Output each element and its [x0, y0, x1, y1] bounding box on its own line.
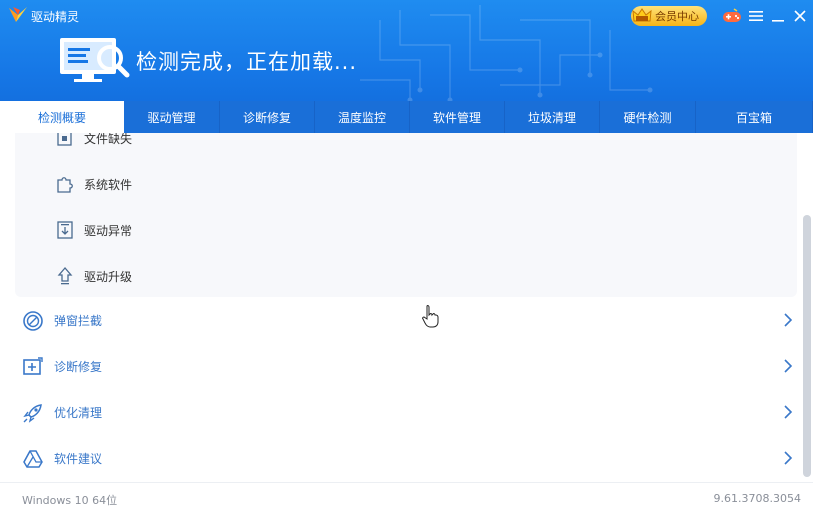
tab-overview[interactable]: 检测概要	[0, 101, 124, 133]
app-title: 驱动精灵	[31, 10, 80, 24]
chevron-right-icon	[784, 405, 793, 419]
main-item-diagnose-repair[interactable]: 诊断修复	[0, 346, 800, 386]
chevron-right-icon	[784, 313, 793, 327]
sub-item-label: 驱动异常	[84, 223, 133, 238]
close-button[interactable]	[790, 6, 810, 26]
main-item-label: 软件建议	[54, 452, 103, 466]
sub-item-label: 文件缺失	[84, 133, 133, 146]
main-item-optimize-clean[interactable]: 优化清理	[0, 392, 800, 432]
sub-item-label: 系统软件	[84, 177, 133, 192]
tab-junk-cleanup[interactable]: 垃圾清理	[505, 101, 600, 133]
rocket-icon	[22, 402, 44, 424]
close-icon	[794, 10, 806, 22]
block-icon	[22, 310, 44, 332]
tab-hardware-detection[interactable]: 硬件检测	[600, 101, 696, 133]
app-logo-icon	[9, 7, 27, 22]
menu-button[interactable]	[746, 6, 766, 26]
main-item-label: 优化清理	[54, 406, 103, 420]
sub-item-system-software[interactable]: 系统软件	[55, 172, 132, 196]
tab-bar: 检测概要 驱动管理 诊断修复 温度监控 软件管理 垃圾清理 硬件检测 百宝箱	[0, 101, 813, 133]
vertical-scrollbar[interactable]	[803, 215, 811, 477]
upgrade-arrow-icon	[55, 266, 75, 286]
game-button[interactable]	[722, 6, 742, 26]
sub-item-panel	[15, 133, 797, 297]
minimize-icon	[772, 20, 784, 22]
sub-item-file-missing[interactable]: 文件缺失	[55, 133, 132, 150]
app-window: 驱动精灵 会员中心 检测完成，正在加载... 检测概要 驱动管理 诊断修复 温度…	[0, 0, 813, 514]
gamepad-icon	[723, 8, 741, 22]
main-item-label: 弹窗拦截	[54, 314, 103, 328]
puzzle-icon	[55, 174, 75, 194]
sub-item-label: 驱动升级	[84, 269, 133, 284]
tab-software-management[interactable]: 软件管理	[410, 101, 505, 133]
main-item-popup-block[interactable]: 弹窗拦截	[0, 300, 800, 340]
monitor-scan-icon	[60, 38, 130, 82]
version-info: 9.61.3708.3054	[713, 492, 801, 505]
main-item-label: 诊断修复	[54, 360, 103, 374]
repair-icon	[22, 356, 44, 378]
minimize-button[interactable]	[768, 6, 788, 26]
hand-cursor-icon	[422, 305, 439, 328]
vip-crown-icon	[631, 6, 653, 26]
chevron-right-icon	[784, 451, 793, 465]
tab-temperature-monitor[interactable]: 温度监控	[315, 101, 410, 133]
tab-driver-management[interactable]: 驱动管理	[124, 101, 220, 133]
chevron-right-icon	[784, 359, 793, 373]
menu-icon	[749, 11, 763, 21]
footer: Windows 10 64位 9.61.3708.3054	[0, 482, 813, 514]
drive-icon	[22, 448, 44, 470]
title-bar: 驱动精灵 会员中心	[0, 0, 813, 32]
file-missing-icon	[55, 133, 75, 148]
vip-center-label: 会员中心	[655, 10, 699, 23]
driver-error-icon	[55, 220, 75, 240]
status-text: 检测完成，正在加载...	[136, 50, 358, 74]
sub-item-driver-upgrade[interactable]: 驱动升级	[55, 264, 132, 288]
content-area: 文件缺失 系统软件 驱动异常 驱动升级 弹窗拦截 诊断修复 优化清理 软件建议	[0, 133, 813, 482]
sub-item-driver-error[interactable]: 驱动异常	[55, 218, 132, 242]
tab-diagnose-repair[interactable]: 诊断修复	[220, 101, 315, 133]
header: 驱动精灵 会员中心 检测完成，正在加载... 检测概要 驱动管理 诊断修复 温度…	[0, 0, 813, 133]
main-item-software-advice[interactable]: 软件建议	[0, 438, 800, 478]
os-info: Windows 10 64位	[22, 494, 118, 507]
vip-center-button[interactable]: 会员中心	[631, 6, 707, 26]
tab-toolbox[interactable]: 百宝箱	[696, 101, 813, 133]
